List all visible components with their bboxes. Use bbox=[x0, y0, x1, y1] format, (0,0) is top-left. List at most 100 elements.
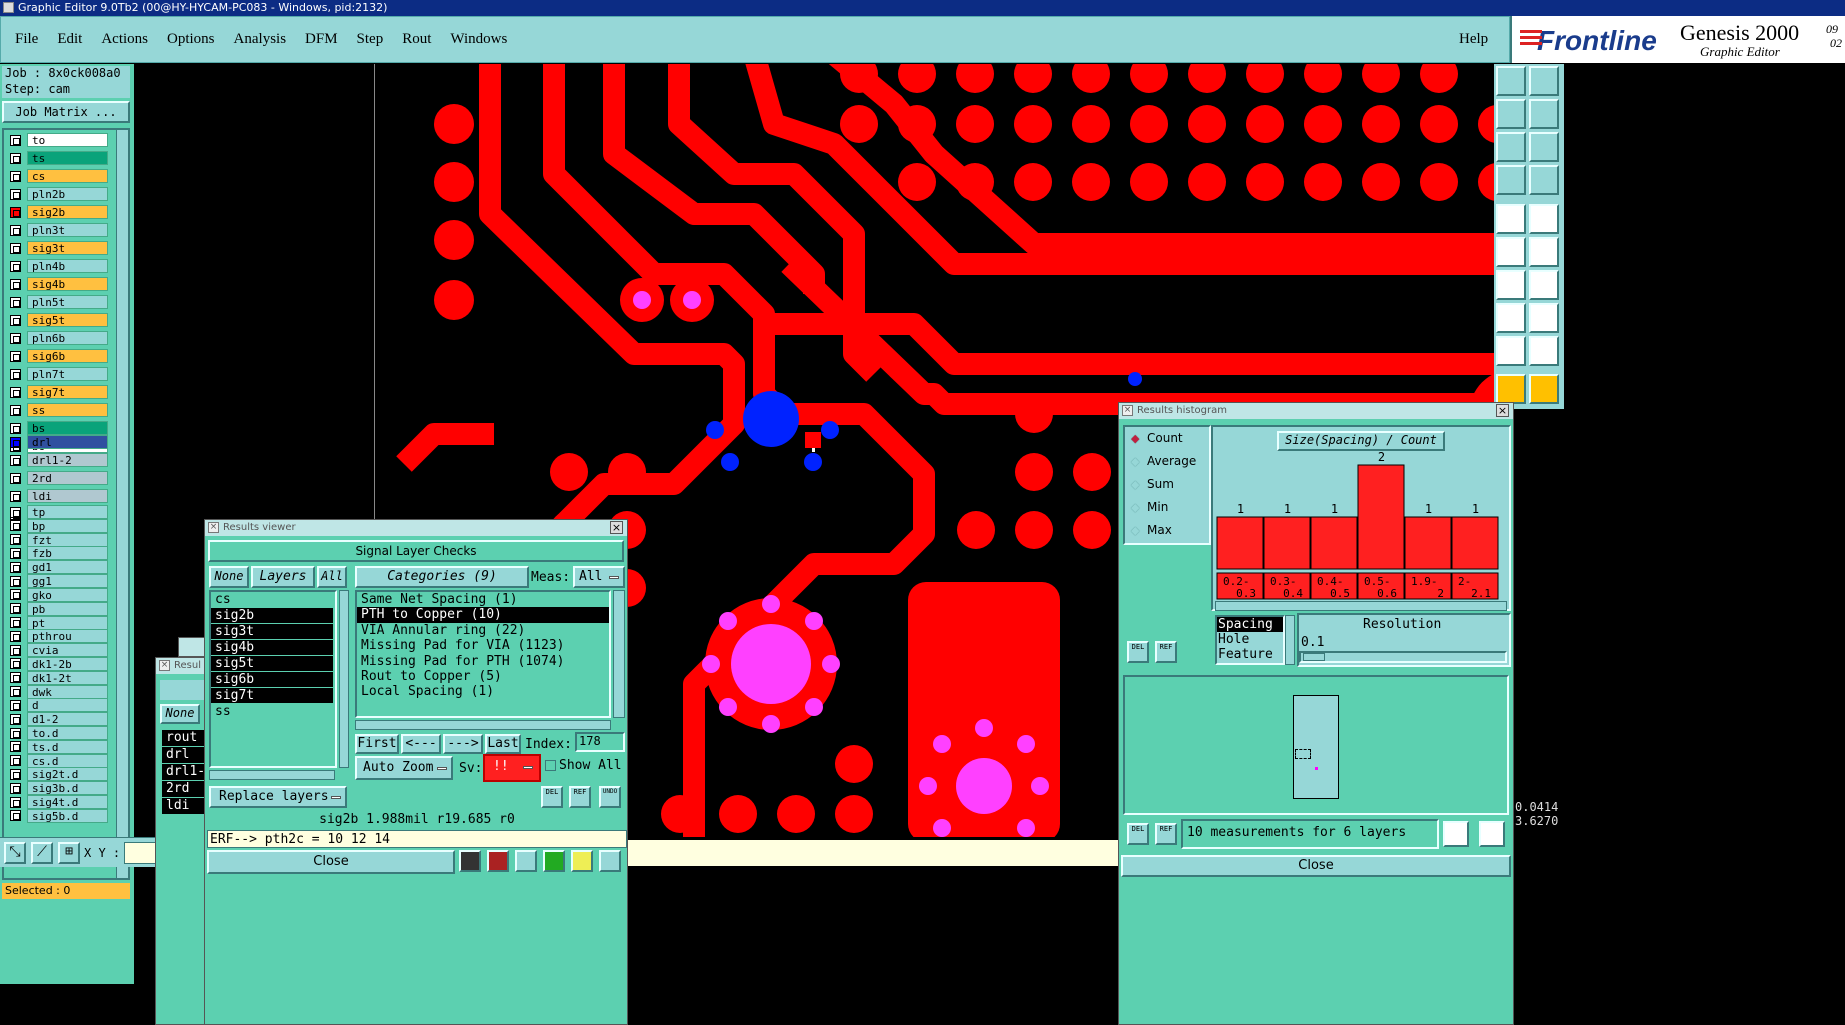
layer-row-sig5t[interactable]: sig5t bbox=[4, 312, 114, 328]
layer-checkbox[interactable] bbox=[10, 644, 21, 656]
histogram-bar[interactable] bbox=[1404, 516, 1452, 570]
layer-name[interactable]: bp bbox=[27, 518, 108, 533]
arc-icon[interactable] bbox=[1496, 270, 1526, 300]
layer-checkbox[interactable] bbox=[10, 368, 21, 380]
last-button[interactable]: Last bbox=[485, 734, 521, 754]
layer-name[interactable]: sig4t.d bbox=[27, 795, 108, 810]
layer-checkbox[interactable] bbox=[10, 810, 21, 822]
layer-name[interactable]: ldi bbox=[27, 489, 108, 503]
categories-button[interactable]: Categories (9) bbox=[355, 566, 529, 588]
next-button[interactable]: ---> bbox=[443, 734, 483, 754]
layer-checkbox[interactable] bbox=[10, 547, 21, 559]
layer-name[interactable]: bs bbox=[27, 421, 108, 435]
category-scrollbar[interactable] bbox=[613, 590, 625, 718]
back-layer-item[interactable]: rout bbox=[162, 730, 210, 746]
category-item[interactable]: VIA Annular ring (22) bbox=[357, 623, 609, 638]
fit-profile-icon[interactable] bbox=[1529, 132, 1559, 162]
layer-name[interactable]: gg1 bbox=[27, 574, 108, 589]
layer-row-2rd[interactable]: 2rd bbox=[4, 470, 114, 486]
layer-name[interactable]: sig3t bbox=[27, 241, 108, 255]
feature-option[interactable]: Feature bbox=[1217, 647, 1283, 662]
zoom-out-icon[interactable] bbox=[1496, 99, 1526, 129]
layer-name[interactable]: d1-2 bbox=[27, 712, 108, 727]
slider-thumb[interactable] bbox=[1303, 653, 1325, 661]
menu-edit[interactable]: Edit bbox=[57, 31, 82, 48]
layer-list-hscroll[interactable] bbox=[209, 770, 335, 780]
layer-checkbox[interactable] bbox=[10, 386, 21, 398]
resolution-slider[interactable] bbox=[1299, 651, 1507, 663]
layer-checkbox[interactable] bbox=[10, 454, 21, 466]
histogram-hscroll[interactable] bbox=[1215, 601, 1507, 611]
menu-dfm[interactable]: DFM bbox=[305, 31, 338, 48]
histogram-bar[interactable] bbox=[1310, 516, 1358, 570]
menu-windows[interactable]: Windows bbox=[450, 31, 507, 48]
auto-zoom-select[interactable]: Auto Zoom bbox=[355, 756, 453, 780]
draw-line-icon[interactable] bbox=[1529, 270, 1559, 300]
triangle-icon[interactable] bbox=[1496, 336, 1526, 366]
layer-row-pln7t[interactable]: pln7t bbox=[4, 366, 114, 382]
notes-icon[interactable] bbox=[571, 850, 593, 872]
histogram-bar[interactable] bbox=[1216, 516, 1264, 570]
layer-checkbox[interactable] bbox=[10, 152, 21, 164]
layer-row-pln5t[interactable]: pln5t bbox=[4, 294, 114, 310]
results-layer-item[interactable]: sig4b bbox=[211, 640, 333, 656]
layer-row-sig2b[interactable]: sig2b bbox=[4, 204, 114, 220]
export-icon[interactable] bbox=[487, 850, 509, 872]
layer-row-pln6b[interactable]: pln6b bbox=[4, 330, 114, 346]
layer-name[interactable]: cs bbox=[27, 169, 108, 183]
layer-checkbox[interactable] bbox=[10, 713, 21, 725]
layer-checkbox[interactable] bbox=[10, 436, 21, 448]
category-item[interactable]: Missing Pad for VIA (1123) bbox=[357, 638, 609, 653]
menu-file[interactable]: File bbox=[15, 31, 38, 48]
size-type-scrollbar[interactable] bbox=[1285, 615, 1295, 665]
layer-name[interactable]: sig5t bbox=[27, 313, 108, 327]
layer-checkbox[interactable] bbox=[10, 520, 21, 532]
layer-checkbox[interactable] bbox=[10, 672, 21, 684]
layer-name[interactable]: pln7t bbox=[27, 367, 108, 381]
net-icon[interactable] bbox=[1496, 237, 1526, 267]
layer-row-sig5b.d[interactable]: sig5b.d bbox=[4, 808, 114, 824]
mode-average[interactable]: ◆ Average bbox=[1125, 450, 1209, 473]
back-layer-item[interactable]: ldi bbox=[162, 798, 210, 814]
grid-icon[interactable] bbox=[1529, 165, 1559, 195]
layer-name[interactable]: ss bbox=[27, 403, 108, 417]
layers-button[interactable]: Layers bbox=[251, 566, 315, 588]
layer-name[interactable]: dwk bbox=[27, 684, 108, 699]
menu-options[interactable]: Options bbox=[167, 31, 215, 48]
layer-name[interactable]: pln3t bbox=[27, 223, 108, 237]
graph-icon[interactable] bbox=[1443, 821, 1469, 847]
pad-icon[interactable] bbox=[1496, 204, 1526, 234]
mode-min[interactable]: ◆ Min bbox=[1125, 496, 1209, 519]
layer-name[interactable]: d bbox=[27, 698, 108, 713]
menu-analysis[interactable]: Analysis bbox=[234, 31, 287, 48]
layer-name[interactable]: to.d bbox=[27, 726, 108, 740]
results-layer-item[interactable]: sig3t bbox=[211, 624, 333, 640]
prev-button[interactable]: <--- bbox=[401, 734, 441, 754]
menu-rout[interactable]: Rout bbox=[402, 31, 431, 48]
cut-icon[interactable] bbox=[1529, 303, 1559, 333]
layer-checkbox[interactable] bbox=[10, 617, 21, 628]
undo-icon[interactable]: UNDO bbox=[599, 786, 621, 808]
layer-checkbox[interactable] bbox=[10, 782, 21, 794]
layer-row-sig7t[interactable]: sig7t bbox=[4, 384, 114, 400]
layer-name[interactable]: gko bbox=[27, 587, 108, 602]
layer-checkbox[interactable] bbox=[10, 575, 21, 587]
histogram-bar[interactable] bbox=[1357, 464, 1405, 570]
replace-layers-select[interactable]: Replace layers bbox=[209, 786, 347, 808]
layer-checkbox[interactable] bbox=[10, 224, 21, 236]
layer-checkbox[interactable] bbox=[10, 134, 21, 146]
layer-name[interactable]: pt bbox=[27, 615, 108, 630]
results-layer-item[interactable]: sig2b bbox=[211, 608, 333, 624]
back-layer-item[interactable]: drl bbox=[162, 747, 210, 763]
layer-name[interactable]: gd1 bbox=[27, 560, 108, 575]
category-item[interactable]: PTH to Copper (10) bbox=[357, 607, 609, 623]
category-item[interactable]: Missing Pad for PTH (1074) bbox=[357, 654, 609, 669]
fit-view-icon[interactable] bbox=[1496, 132, 1526, 162]
job-matrix-button[interactable]: Job Matrix ... bbox=[2, 101, 130, 123]
histogram-bar[interactable] bbox=[1263, 516, 1311, 570]
select-arrow-icon[interactable] bbox=[1496, 374, 1526, 404]
layer-checkbox[interactable] bbox=[10, 506, 21, 518]
help-menu[interactable]: Help bbox=[1459, 31, 1488, 48]
measure-tool-icon[interactable]: ⟋ bbox=[31, 842, 53, 864]
results-layer-item[interactable]: cs bbox=[211, 592, 333, 608]
